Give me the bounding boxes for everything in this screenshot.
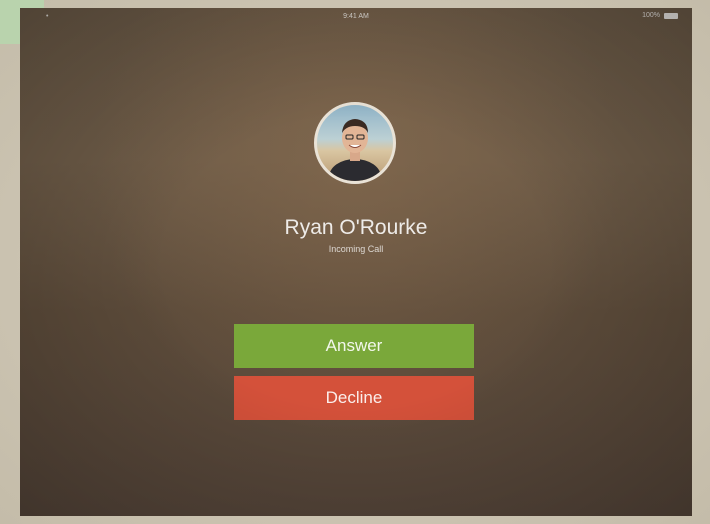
call-status: Incoming Call: [328, 244, 384, 254]
decline-button[interactable]: Decline: [234, 376, 474, 420]
device-screen: • 9:41 AM 100% Ryan O'Rourke Incoming Ca…: [20, 8, 692, 516]
answer-button[interactable]: Answer: [234, 324, 474, 368]
caller-name: Ryan O'Rourke: [284, 216, 428, 239]
status-bar: • 9:41 AM 100%: [20, 8, 692, 26]
avatar-portrait-icon: [329, 119, 381, 181]
battery-icon: [664, 12, 678, 19]
status-time: 9:41 AM: [343, 13, 369, 20]
caller-avatar: [314, 102, 396, 184]
battery-percent: 100%: [642, 12, 660, 19]
status-right: 100%: [642, 12, 678, 19]
